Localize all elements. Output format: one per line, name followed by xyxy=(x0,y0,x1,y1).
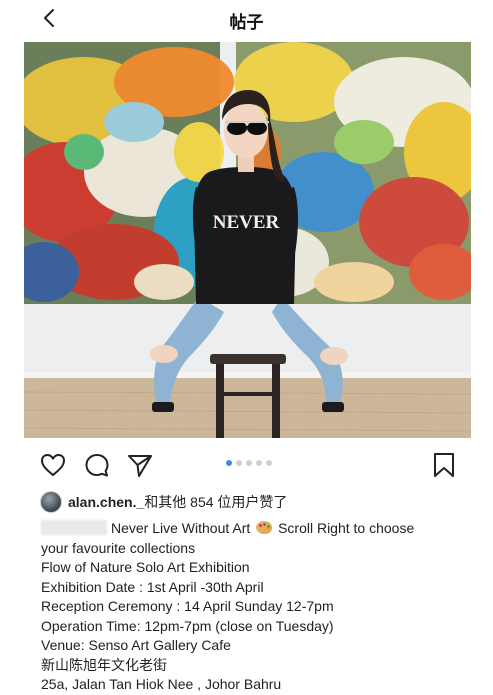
carousel-dot[interactable] xyxy=(246,460,252,466)
shirt-text: NEVER xyxy=(213,212,280,233)
caption-text: Scroll Right to choose xyxy=(278,520,415,536)
heart-icon xyxy=(41,454,65,476)
likes-row[interactable]: alan.chen._ 和其他 854 位用户赞了 xyxy=(40,491,287,513)
caption-line: Flow of Nature Solo Art Exhibition xyxy=(41,559,250,575)
caption-line: 新山陈旭年文化老街 xyxy=(41,656,167,673)
page-title: 帖子 xyxy=(229,13,264,32)
caption-line: Reception Ceremony : 14 April Sunday 12-… xyxy=(41,598,334,614)
carousel-dot[interactable] xyxy=(256,460,262,466)
carousel-dot[interactable] xyxy=(226,460,232,466)
caption-line: Venue: Senso Art Gallery Cafe xyxy=(41,637,231,653)
caption-line: your favourite collections xyxy=(41,539,196,556)
caption-line: Exhibition Date : 1st April -30th April xyxy=(41,578,264,595)
carousel-indicator xyxy=(226,460,272,470)
caption-text: Never Live Without Art xyxy=(111,520,251,536)
comment-button[interactable] xyxy=(83,452,111,478)
post-photo-illustration: NEVER xyxy=(24,42,471,438)
save-button[interactable] xyxy=(432,451,456,479)
carousel-dot[interactable] xyxy=(236,460,242,466)
liker-username[interactable]: alan.chen._ xyxy=(68,494,144,510)
top-bar: 帖子 xyxy=(0,0,493,38)
send-icon xyxy=(128,455,152,477)
caption-line: Never Live Without Art Scroll Right to c… xyxy=(41,519,481,539)
comment-bubble-icon xyxy=(85,454,109,477)
avatar[interactable] xyxy=(40,491,62,513)
post-caption: Never Live Without Art Scroll Right to c… xyxy=(41,519,481,695)
caption-line: 25a, Jalan Tan Hiok Nee , Johor Bahru xyxy=(41,676,282,692)
caption-line: Operation Time: 12pm-7pm (close on Tuesd… xyxy=(41,617,334,634)
carousel-dot[interactable] xyxy=(266,460,272,466)
bookmark-icon xyxy=(434,453,454,477)
blurred-username xyxy=(41,520,107,535)
artist-palette-icon xyxy=(256,521,273,534)
likes-count-text[interactable]: 和其他 854 位用户赞了 xyxy=(144,492,287,512)
share-button[interactable] xyxy=(126,452,154,478)
post-image[interactable]: NEVER xyxy=(24,42,471,438)
like-button[interactable] xyxy=(39,452,67,478)
